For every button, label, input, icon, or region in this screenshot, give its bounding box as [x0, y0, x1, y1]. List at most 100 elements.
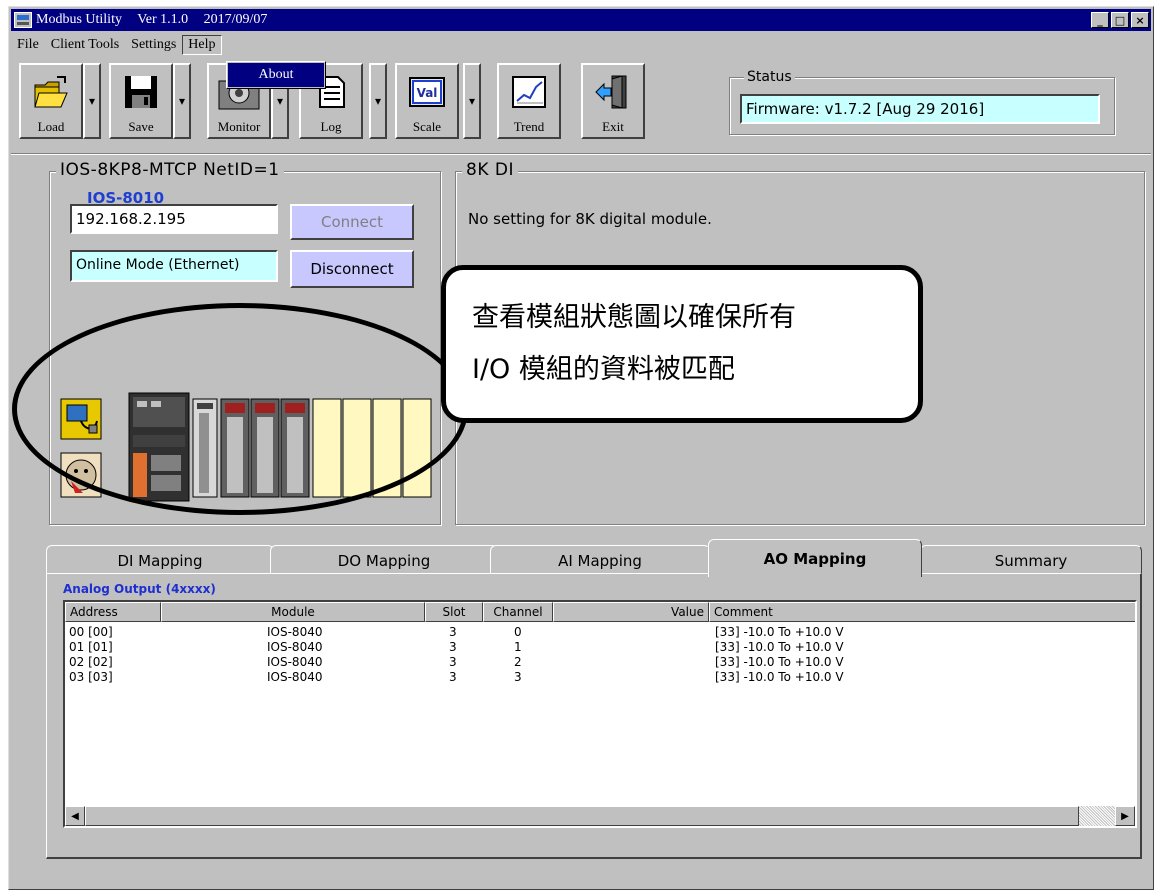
device-group-title: IOS-8KP8-MTCP NetID=1: [56, 160, 284, 180]
mapping-list[interactable]: Address Module Slot Channel Value Commen…: [63, 600, 1137, 828]
monitor-label: Monitor: [217, 119, 261, 134]
mascot-icon[interactable]: [60, 452, 102, 498]
cell-module: IOS-8040: [267, 625, 323, 639]
io-slot-1[interactable]: [192, 398, 218, 498]
title-app: Modbus Utility: [36, 12, 122, 27]
di8k-message: No setting for 8K digital module.: [468, 210, 712, 228]
cell-channel: 0: [514, 625, 522, 639]
menu-client-tools[interactable]: Client Tools: [45, 35, 125, 55]
cell-channel: 2: [514, 655, 522, 669]
caption-buttons: _ □ ×: [1091, 12, 1149, 28]
cell-slot: 3: [449, 625, 457, 639]
rack-illustration: [60, 392, 432, 502]
cell-slot: 3: [449, 655, 457, 669]
cell-slot: 3: [449, 670, 457, 684]
empty-slot-8[interactable]: [402, 398, 432, 498]
app-icon[interactable]: [14, 12, 32, 28]
empty-slot-6[interactable]: [342, 398, 372, 498]
status-group: Status Firmware: v1.7.2 [Aug 29 2016]: [729, 69, 1115, 135]
load-label: Load: [37, 119, 65, 134]
cell-module: IOS-8040: [267, 640, 323, 654]
table-row[interactable]: 03 [03] IOS-8040 3 3 [33] -10.0 To +10.0…: [65, 670, 1135, 685]
col-value[interactable]: Value: [553, 602, 709, 622]
value-scale-icon: Val: [409, 77, 445, 107]
save-dropdown-arrow[interactable]: ▾: [173, 63, 191, 139]
floppy-disk-icon: [125, 76, 157, 108]
io-slot-3[interactable]: [250, 398, 280, 498]
col-slot[interactable]: Slot: [425, 602, 483, 622]
status-label: Status: [744, 69, 795, 85]
col-comment[interactable]: Comment: [709, 602, 1135, 622]
cpu-module[interactable]: [128, 392, 190, 502]
log-dropdown-arrow[interactable]: ▾: [369, 63, 387, 139]
di8k-group-title: 8K DI: [462, 160, 518, 180]
list-header: Address Module Slot Channel Value Commen…: [65, 602, 1135, 622]
window-title: Modbus Utility Ver 1.1.0 2017/09/07: [36, 12, 279, 28]
empty-slot-5[interactable]: [312, 398, 342, 498]
table-row[interactable]: 01 [01] IOS-8040 3 1 [33] -10.0 To +10.0…: [65, 640, 1135, 655]
status-field: Firmware: v1.7.2 [Aug 29 2016]: [740, 94, 1100, 124]
load-button[interactable]: Load: [19, 63, 83, 139]
scale-icon-text: Val: [417, 86, 438, 100]
minimize-button[interactable]: _: [1091, 12, 1109, 28]
table-row[interactable]: 02 [02] IOS-8040 3 2 [33] -10.0 To +10.0…: [65, 655, 1135, 670]
cell-comment: [33] -10.0 To +10.0 V: [715, 625, 844, 639]
title-version: Ver 1.1.0: [137, 12, 189, 27]
save-label: Save: [128, 119, 154, 134]
cell-slot: 3: [449, 640, 457, 654]
load-dropdown-arrow[interactable]: ▾: [83, 63, 101, 139]
menu-settings[interactable]: Settings: [125, 35, 182, 55]
title-date: 2017/09/07: [203, 12, 268, 27]
folder-open-icon: [34, 76, 68, 108]
io-slot-2[interactable]: [220, 398, 250, 498]
scale-button[interactable]: Val Scale: [395, 63, 459, 139]
mapping-tabs: DI Mapping DO Mapping AI Mapping AO Mapp…: [46, 539, 1142, 577]
close-button[interactable]: ×: [1131, 12, 1149, 28]
menu-bar: File Client Tools Settings Help: [11, 33, 1151, 57]
trend-label: Trend: [513, 119, 545, 134]
callout-line-1: 查看模組狀態圖以確保所有: [472, 302, 796, 333]
cell-address: 01 [01]: [69, 640, 113, 654]
exit-label: Exit: [602, 119, 624, 134]
menu-help[interactable]: Help: [182, 35, 222, 55]
cell-channel: 1: [514, 640, 522, 654]
io-slot-4[interactable]: [280, 398, 310, 498]
menu-about-item[interactable]: About: [226, 61, 326, 89]
trend-chart-icon: [512, 76, 546, 108]
cell-comment: [33] -10.0 To +10.0 V: [715, 655, 844, 669]
tab-ai-mapping[interactable]: AI Mapping: [490, 545, 710, 575]
arrow-left-icon: ◀: [71, 810, 79, 822]
tab-summary[interactable]: Summary: [920, 545, 1142, 575]
scroll-right-button[interactable]: ▶: [1115, 806, 1135, 826]
exit-button[interactable]: Exit: [581, 63, 645, 139]
horizontal-scrollbar[interactable]: ◀ ▶: [65, 806, 1135, 826]
maximize-button[interactable]: □: [1111, 12, 1129, 28]
save-button[interactable]: Save: [109, 63, 173, 139]
menu-file[interactable]: File: [11, 35, 45, 55]
callout-line-2: I/O 模組的資料被匹配: [472, 354, 735, 385]
cell-address: 03 [03]: [69, 670, 113, 684]
col-channel[interactable]: Channel: [483, 602, 553, 622]
trend-button[interactable]: Trend: [497, 63, 561, 139]
arrow-right-icon: ▶: [1121, 810, 1129, 822]
col-module[interactable]: Module: [161, 602, 425, 622]
tab-do-mapping[interactable]: DO Mapping: [270, 545, 498, 575]
cell-module: IOS-8040: [267, 655, 323, 669]
tab-di-mapping[interactable]: DI Mapping: [46, 545, 274, 575]
tab-ao-mapping[interactable]: AO Mapping: [708, 539, 922, 577]
module-title: IOS-8010: [87, 189, 165, 207]
cell-address: 02 [02]: [69, 655, 113, 669]
toolbar: Load ▾ Save ▾ Monitor ▾ Log ▾ Val Scale …: [19, 63, 719, 145]
cell-comment: [33] -10.0 To +10.0 V: [715, 670, 844, 684]
scroll-left-button[interactable]: ◀: [65, 806, 85, 826]
table-row[interactable]: 00 [00] IOS-8040 3 0 [33] -10.0 To +10.0…: [65, 625, 1135, 640]
cell-module: IOS-8040: [267, 670, 323, 684]
scale-label: Scale: [412, 119, 442, 134]
network-cable-icon[interactable]: [60, 398, 102, 440]
col-address[interactable]: Address: [65, 602, 161, 622]
scale-dropdown-arrow[interactable]: ▾: [463, 63, 481, 139]
title-bar[interactable]: Modbus Utility Ver 1.1.0 2017/09/07 _ □ …: [11, 9, 1151, 31]
scrollbar-thumb[interactable]: [85, 806, 1079, 826]
toolbar-separator: [11, 153, 1151, 155]
empty-slot-7[interactable]: [372, 398, 402, 498]
